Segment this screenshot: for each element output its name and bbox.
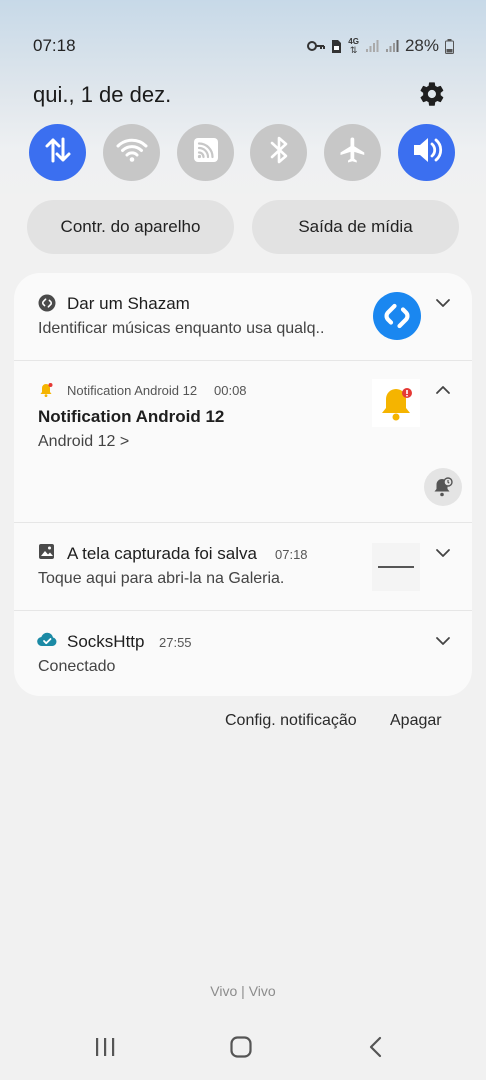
data-arrows-icon [43, 135, 73, 170]
sockshttp-text: Conectado [38, 658, 116, 675]
recent-apps-icon[interactable] [94, 1037, 116, 1062]
wifi-icon [116, 137, 148, 168]
bluetooth-icon [268, 135, 290, 170]
shazam-title: Dar um Shazam [67, 294, 190, 313]
status-time: 07:18 [33, 36, 76, 55]
date-label: qui., 1 de dez. [33, 82, 172, 107]
battery-icon [445, 38, 454, 54]
cloud-check-icon [37, 631, 57, 652]
screenshot-thumbnail[interactable] [372, 543, 420, 591]
bluetooth-toggle[interactable] [250, 124, 307, 181]
android12-title: Notification Android 12 [38, 407, 225, 426]
media-output-button[interactable]: Saída de mídia [252, 200, 459, 254]
bell-small-icon [38, 382, 54, 403]
shazam-text: Identificar músicas enquanto usa qualq.. [38, 320, 325, 337]
notifications-panel: Dar um Shazam Identificar músicas enquan… [14, 273, 472, 696]
shazam-small-icon [38, 294, 56, 317]
sound-toggle[interactable] [398, 124, 455, 181]
carrier-label: Vivo | Vivo [210, 983, 276, 999]
snooze-icon[interactable] [424, 468, 462, 506]
android12-app-name: Notification Android 12 [67, 383, 198, 398]
status-icons: 4G ⇅ 28% [307, 36, 454, 56]
wifi-toggle[interactable] [103, 124, 160, 181]
airplane-icon [338, 135, 368, 170]
android12-notification[interactable]: Notification Android 12 00:08 Notificati… [14, 361, 472, 521]
android12-time: 00:08 [214, 383, 247, 398]
sockshttp-title: SocksHttp [67, 632, 145, 651]
battery-percent: 28% [404, 36, 439, 55]
chevron-up-icon[interactable] [434, 381, 452, 399]
cast-toggle[interactable] [177, 124, 234, 181]
screenshot-title: A tela capturada foi salva [67, 544, 257, 563]
mobile-data-toggle[interactable] [29, 124, 86, 181]
cast-icon [192, 136, 220, 169]
sockshttp-time: 27:55 [159, 635, 192, 650]
gallery-icon [38, 543, 55, 565]
device-controls-button[interactable]: Contr. do aparelho [27, 200, 234, 254]
gear-icon[interactable] [418, 80, 446, 108]
back-icon[interactable] [368, 1036, 384, 1063]
chevron-down-icon[interactable] [434, 544, 452, 562]
key-icon [307, 40, 326, 52]
signal-icon [385, 39, 399, 53]
screenshot-text: Toque aqui para abri-la na Galeria. [38, 570, 285, 587]
network-4g-icon: 4G ⇅ [348, 37, 359, 55]
clear-all-button[interactable]: Apagar [390, 712, 442, 730]
screenshot-time: 07:18 [275, 547, 308, 562]
shazam-notification[interactable]: Dar um Shazam Identificar músicas enquan… [14, 273, 472, 359]
signal-icon [365, 39, 379, 53]
bell-icon [372, 379, 420, 427]
navigation-bar [0, 1018, 486, 1080]
airplane-mode-toggle[interactable] [324, 124, 381, 181]
android12-text: Android 12 > [38, 433, 130, 450]
volume-icon [411, 135, 443, 170]
sockshttp-notification[interactable]: SocksHttp 27:55 Conectado [14, 611, 472, 696]
chevron-down-icon[interactable] [434, 632, 452, 650]
sim-card-icon [331, 39, 342, 54]
home-icon[interactable] [230, 1036, 252, 1063]
shazam-icon[interactable] [372, 291, 422, 346]
notification-settings-button[interactable]: Config. notificação [225, 712, 357, 730]
chevron-down-icon[interactable] [434, 294, 452, 312]
screenshot-notification[interactable]: A tela capturada foi salva 07:18 Toque a… [14, 523, 472, 609]
